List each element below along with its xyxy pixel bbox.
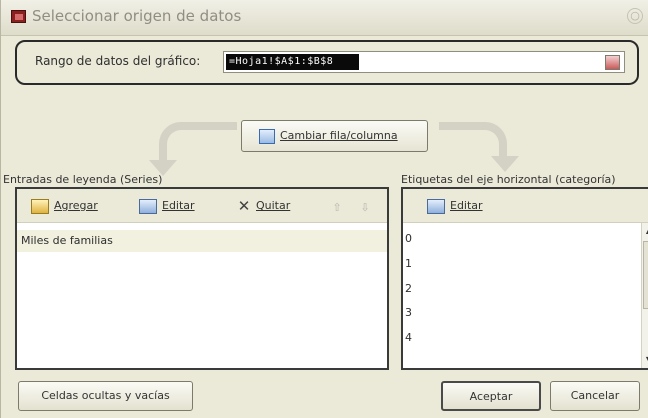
category-list-item[interactable]: 4 (405, 326, 412, 349)
chart-data-range-label: Rango de datos del gráfico: (35, 54, 201, 68)
right-arrowhead-icon (491, 156, 519, 172)
categories-scrollbar[interactable]: ▲ ▼ (641, 223, 648, 368)
legend-entries-panel: Agregar Editar ✕ Quitar ⇧ ⇩ Miles de fami… (15, 187, 389, 370)
horizontal-axis-labels-heading: Etiquetas del eje horizontal (categoría) (401, 173, 616, 186)
edit-icon (427, 198, 445, 214)
category-list-item[interactable]: 1 (405, 252, 412, 275)
remove-icon: ✕ (237, 196, 251, 215)
switch-row-column-button[interactable]: Cambiar fila/columna (241, 120, 428, 152)
accept-button[interactable]: Aceptar (441, 381, 541, 411)
excel-chart-icon (11, 10, 26, 23)
dialog-title: Seleccionar origen de datos (32, 7, 242, 25)
legend-entries-toolbar: Agregar Editar ✕ Quitar ⇧ ⇩ (17, 189, 387, 223)
horizontal-axis-toolbar: Editar (403, 189, 648, 223)
range-select-icon[interactable] (605, 55, 620, 70)
switch-left-arrow-decoration (159, 122, 237, 164)
horizontal-axis-labels-panel: Editar 0 1 2 3 4 ▲ ▼ (401, 187, 648, 370)
legend-entries-heading: Entradas de leyenda (Series) (3, 173, 163, 186)
edit-icon (139, 198, 157, 214)
edit-categories-button[interactable]: Editar (427, 197, 483, 215)
edit-series-button[interactable]: Editar (139, 197, 195, 215)
move-down-icon: ⇩ (360, 200, 370, 214)
title-bar: Seleccionar origen de datos ○ (1, 0, 648, 36)
category-list-item[interactable]: 3 (405, 301, 412, 324)
chart-data-range-value[interactable]: =Hoja1!$A$1:$B$8 (226, 54, 359, 70)
move-up-icon: ⇧ (332, 200, 342, 214)
move-down-button[interactable]: ⇩ (359, 197, 376, 215)
select-data-source-dialog: Seleccionar origen de datos ○ Rango de d… (0, 0, 648, 418)
switch-row-column-label: Cambiar fila/columna (280, 129, 398, 142)
cancel-button[interactable]: Cancelar (550, 381, 640, 411)
hidden-empty-cells-button[interactable]: Celdas ocultas y vacías (18, 381, 193, 411)
series-list-item[interactable]: Miles de familias (17, 230, 387, 252)
add-series-label: Agregar (54, 199, 98, 212)
chart-data-range-input[interactable]: =Hoja1!$A$1:$B$8 (223, 51, 625, 73)
category-list-item[interactable]: 2 (405, 277, 412, 300)
remove-series-label: Quitar (256, 199, 291, 212)
category-list-item[interactable]: 0 (405, 227, 412, 250)
add-series-button[interactable]: Agregar (31, 197, 98, 215)
scroll-thumb[interactable] (643, 241, 648, 309)
edit-series-label: Editar (162, 199, 195, 212)
scroll-up-icon[interactable]: ▲ (643, 225, 648, 237)
switch-row-column-icon (259, 129, 275, 144)
remove-series-button[interactable]: ✕ Quitar (237, 196, 291, 215)
move-up-button[interactable]: ⇧ (331, 197, 348, 215)
close-icon[interactable]: ○ (627, 8, 643, 24)
add-icon (31, 198, 49, 214)
switch-right-arrow-decoration (439, 122, 507, 160)
scroll-down-icon[interactable]: ▼ (643, 354, 648, 366)
chart-data-range-group: Rango de datos del gráfico: =Hoja1!$A$1:… (15, 40, 639, 85)
edit-categories-label: Editar (450, 199, 483, 212)
